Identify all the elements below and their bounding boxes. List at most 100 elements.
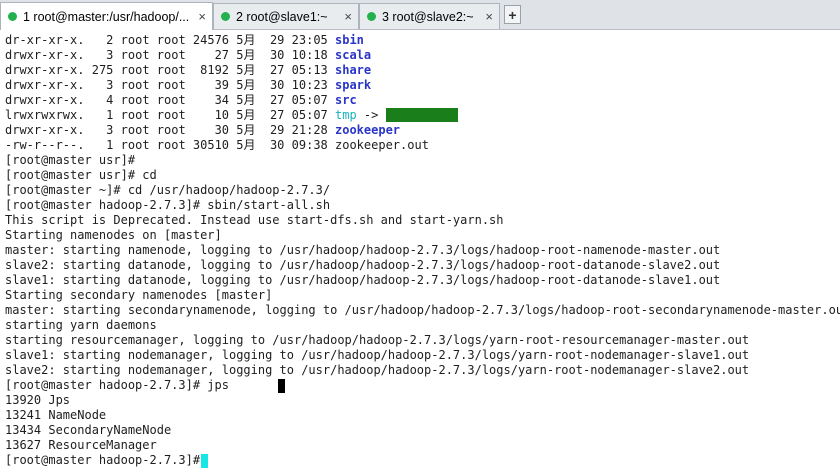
link-count: 2 <box>106 33 114 47</box>
file-name: zookeeper.out <box>335 138 429 152</box>
file-size: 24576 <box>192 33 230 47</box>
file-size: 27 <box>214 48 230 62</box>
link-count: 1 <box>106 108 114 122</box>
connected-status-icon <box>367 12 376 21</box>
tab-label: 3 root@slave2:~ <box>382 9 474 24</box>
file-owner: root root <box>120 78 186 92</box>
link-count: 3 <box>106 78 114 92</box>
file-permissions: drwxr-xr-x. <box>5 123 85 137</box>
file-permissions: drwxr-xr-x. <box>5 93 85 107</box>
close-icon[interactable]: × <box>485 9 493 24</box>
tab-slave1[interactable]: 2 root@slave1:~ × <box>213 3 359 29</box>
ls-row: lrwxrwxrwx. 1 root root 10 5月 27 05:07 t… <box>5 108 458 123</box>
tab-master[interactable]: 1 root@master:/usr/hadoop/... × <box>0 2 213 30</box>
file-time: 10:23 <box>291 78 328 92</box>
terminal-line: 13241 NameNode <box>5 408 107 422</box>
ls-row: -rw-r--r--. 1 root root 30510 5月 30 09:3… <box>5 138 429 153</box>
file-month: 5月 <box>236 78 256 92</box>
ls-row: dr-xr-xr-x. 2 root root 24576 5月 29 23:0… <box>5 33 364 48</box>
close-icon[interactable]: × <box>198 9 206 24</box>
terminal-line: 13920 Jps <box>5 393 71 407</box>
file-time: 05:07 <box>291 108 328 122</box>
file-time: 09:38 <box>291 138 328 152</box>
file-permissions: drwxr-xr-x. <box>5 48 85 62</box>
file-month: 5月 <box>236 123 256 137</box>
terminal-line: starting resourcemanager, logging to /us… <box>5 333 750 347</box>
ls-row: drwxr-xr-x. 4 root root 34 5月 27 05:07 s… <box>5 93 357 108</box>
terminal-line: [root@master usr]# <box>5 153 136 167</box>
terminal-line: [root@master hadoop-2.7.3]# jps <box>5 378 229 392</box>
tab-label: 2 root@slave1:~ <box>236 9 328 24</box>
file-time: 21:28 <box>291 123 328 137</box>
file-month: 5月 <box>236 108 256 122</box>
file-name: scala <box>335 48 372 62</box>
terminal-line: [root@master hadoop-2.7.3]# <box>5 453 208 467</box>
terminal-output[interactable]: dr-xr-xr-x. 2 root root 24576 5月 29 23:0… <box>0 30 840 475</box>
file-time: 05:07 <box>291 93 328 107</box>
link-count: 1 <box>106 138 114 152</box>
link-count: 275 <box>91 63 114 77</box>
file-day: 29 <box>269 33 285 47</box>
file-name: spark <box>335 78 372 92</box>
file-size: 39 <box>214 78 230 92</box>
terminal-line: slave2: starting datanode, logging to /u… <box>5 258 721 272</box>
terminal-line: starting yarn daemons <box>5 318 157 332</box>
tab-label: 1 root@master:/usr/hadoop/... <box>23 9 190 24</box>
new-tab-button[interactable]: + <box>504 5 521 24</box>
connected-status-icon <box>221 12 230 21</box>
ls-row: drwxr-xr-x. 3 root root 30 5月 29 21:28 z… <box>5 123 400 138</box>
stale-cursor <box>278 379 285 393</box>
file-owner: root root <box>120 33 186 47</box>
file-time: 05:13 <box>291 63 328 77</box>
file-size: 8192 <box>200 63 230 77</box>
file-name: share <box>335 63 372 77</box>
text-cursor <box>201 454 208 468</box>
file-size: 30 <box>214 123 230 137</box>
ls-row: drwxr-xr-x. 3 root root 39 5月 30 10:23 s… <box>5 78 371 93</box>
file-month: 5月 <box>236 63 256 77</box>
file-name: zookeeper <box>335 123 401 137</box>
tab-bar: 1 root@master:/usr/hadoop/... × 2 root@s… <box>0 0 840 30</box>
terminal-line: [root@master hadoop-2.7.3]# sbin/start-a… <box>5 198 331 212</box>
file-month: 5月 <box>236 93 256 107</box>
symlink-arrow: -> <box>363 108 379 122</box>
terminal-line: This script is Deprecated. Instead use s… <box>5 213 504 227</box>
file-day: 30 <box>269 48 285 62</box>
file-month: 5月 <box>236 33 256 47</box>
file-day: 30 <box>269 78 285 92</box>
file-month: 5月 <box>236 138 256 152</box>
close-icon[interactable]: × <box>344 9 352 24</box>
file-owner: root root <box>120 138 186 152</box>
file-permissions: -rw-r--r--. <box>5 138 85 152</box>
file-day: 27 <box>269 93 285 107</box>
symlink-target: ../var/tmp <box>385 108 458 122</box>
file-owner: root root <box>120 108 186 122</box>
file-permissions: drwxr-xr-x. <box>5 63 85 77</box>
file-owner: root root <box>120 93 186 107</box>
terminal-line: master: starting namenode, logging to /u… <box>5 243 721 257</box>
file-permissions: dr-xr-xr-x. <box>5 33 85 47</box>
terminal-line: Starting namenodes on [master] <box>5 228 222 242</box>
terminal-line: [root@master ~]# cd /usr/hadoop/hadoop-2… <box>5 183 331 197</box>
file-name: sbin <box>335 33 364 47</box>
file-day: 27 <box>269 108 285 122</box>
file-month: 5月 <box>236 48 256 62</box>
terminal-line: slave1: starting datanode, logging to /u… <box>5 273 721 287</box>
ls-row: drwxr-xr-x. 3 root root 27 5月 30 10:18 s… <box>5 48 371 63</box>
file-day: 29 <box>269 123 285 137</box>
file-size: 30510 <box>192 138 230 152</box>
file-permissions: drwxr-xr-x. <box>5 78 85 92</box>
terminal-line: slave2: starting nodemanager, logging to… <box>5 363 750 377</box>
terminal-line: [root@master usr]# cd <box>5 168 157 182</box>
terminal-line: master: starting secondarynamenode, logg… <box>5 303 840 317</box>
file-time: 10:18 <box>291 48 328 62</box>
file-name: src <box>335 93 357 107</box>
terminal-line: Starting secondary namenodes [master] <box>5 288 273 302</box>
terminal-line: slave1: starting nodemanager, logging to… <box>5 348 750 362</box>
file-day: 30 <box>269 138 285 152</box>
ls-row: drwxr-xr-x. 275 root root 8192 5月 27 05:… <box>5 63 371 78</box>
file-day: 27 <box>269 63 285 77</box>
file-time: 23:05 <box>291 33 328 47</box>
link-count: 3 <box>106 123 114 137</box>
tab-slave2[interactable]: 3 root@slave2:~ × <box>359 3 500 29</box>
